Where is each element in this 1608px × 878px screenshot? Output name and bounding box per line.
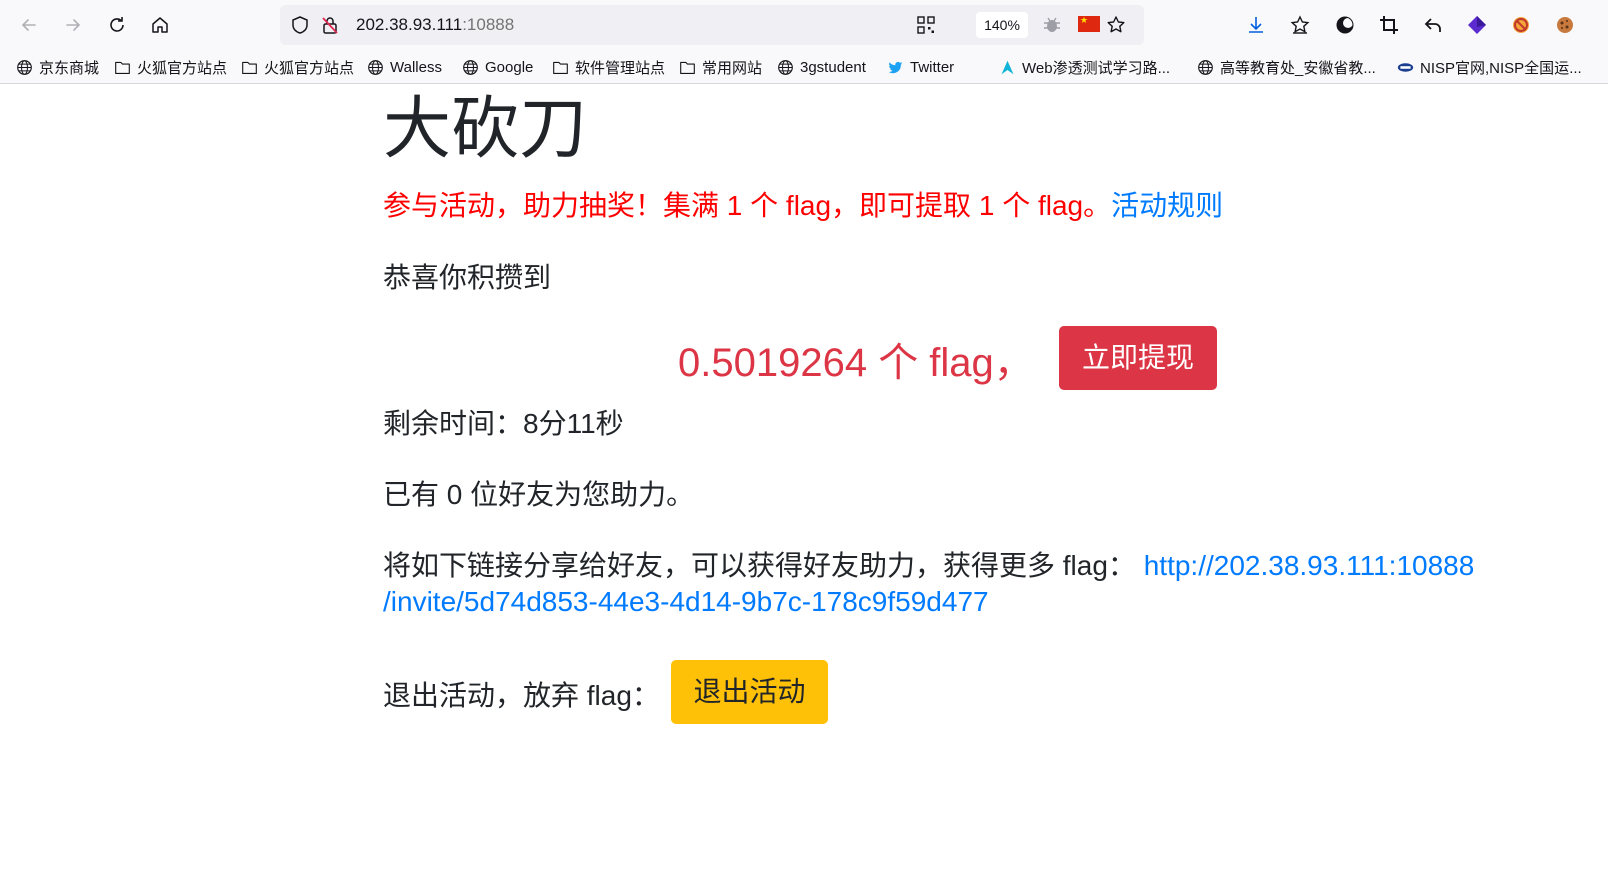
bookmarks-toolbar: 京东商城 火狐官方站点 火狐官方站点 Walless Google 软件管理站点… [0, 50, 1608, 84]
china-flag-icon[interactable]: ★ [1078, 15, 1100, 32]
folder-icon [551, 58, 569, 76]
bookmark-label: Web渗透测试学习路... [1022, 59, 1171, 77]
withdraw-button[interactable]: 立即提现 [1059, 326, 1217, 390]
bookmark-label: 软件管理站点 [575, 59, 666, 77]
download-icon [1249, 17, 1263, 33]
share-link-part1[interactable]: http://202.38.93.111:10888 [1144, 550, 1475, 581]
reload-button[interactable] [101, 9, 133, 41]
bookmark-label: Walless [390, 58, 442, 76]
shield-icon[interactable] [290, 15, 310, 35]
globe-icon [1196, 58, 1214, 76]
blocker-extension-button[interactable] [1506, 10, 1536, 40]
bookmark-label: 高等教育处_安徽省教... [1220, 59, 1376, 77]
url-port: :10888 [462, 15, 515, 34]
lead-message: 参与活动，助力抽奖！集满 1 个 flag，即可提取 1 个 flag。 [383, 190, 1112, 221]
undo-extension-button[interactable] [1418, 10, 1448, 40]
cookie-extension-button[interactable] [1550, 10, 1580, 40]
bookmark-label: 火狐官方站点 [264, 59, 355, 77]
url-text[interactable]: 202.38.93.111:10888 [356, 15, 514, 35]
cookie-icon [1557, 17, 1573, 33]
bookmark-label: NISP官网,NISP全国运... [1420, 59, 1582, 77]
bookmark-item[interactable]: Twitter [886, 56, 954, 78]
bookmark-folder[interactable]: 软件管理站点 [551, 56, 665, 78]
share-link-line: /invite/5d74d853-44e3-4d14-9b7c-178c9f59… [383, 586, 989, 618]
screenshot-crop-button[interactable] [1374, 10, 1404, 40]
cube-icon [1468, 16, 1486, 34]
purple-cube-extension-button[interactable] [1462, 10, 1492, 40]
reload-icon [110, 17, 124, 32]
bookmark-item[interactable]: 高等教育处_安徽省教... [1196, 56, 1376, 78]
bookmark-folder[interactable]: 火狐官方站点 [240, 56, 354, 78]
url-bar[interactable]: 202.38.93.111:10888 140% ★ [280, 5, 1144, 45]
congrats-text: 恭喜你积攒到 [383, 262, 552, 293]
quit-button[interactable]: 退出活动 [671, 660, 828, 724]
remaining-time: 剩余时间：8分11秒 [383, 408, 624, 439]
rules-link[interactable]: 活动规则 [1111, 190, 1223, 221]
qr-code-icon[interactable] [916, 15, 936, 35]
globe-icon [776, 58, 794, 76]
bookmarks-menu-button[interactable] [1285, 10, 1315, 40]
no-entry-icon [1513, 17, 1529, 33]
globe-icon [461, 58, 479, 76]
url-host: 202.38.93.111 [356, 15, 463, 34]
folder-icon [678, 58, 696, 76]
home-button[interactable] [144, 9, 176, 41]
dark-moon-extension-button[interactable] [1330, 10, 1360, 40]
bug-extension-icon[interactable] [1042, 15, 1062, 35]
bookmark-item[interactable]: 3gstudent [776, 56, 866, 78]
arrow-logo-icon [998, 58, 1016, 76]
bookmark-label: 3gstudent [800, 58, 866, 76]
insecure-lock-icon[interactable] [320, 15, 340, 35]
nisp-icon [1396, 58, 1414, 76]
bookmark-item[interactable]: 京东商城 [15, 56, 99, 78]
forward-arrow-icon [66, 19, 81, 31]
bookmark-star-icon[interactable] [1106, 15, 1126, 35]
back-button[interactable] [13, 9, 45, 41]
moon-icon [1336, 16, 1354, 34]
friends-helped-text: 已有 0 位好友为您助力。 [383, 479, 695, 510]
page-content: 大砍刀 参与活动，助力抽奖！集满 1 个 flag，即可提取 1 个 flag。… [0, 84, 1608, 878]
bookmark-folder[interactable]: 常用网站 [678, 56, 762, 78]
back-arrow-icon [21, 19, 36, 31]
crop-icon [1380, 16, 1398, 34]
bookmark-item[interactable]: Google [461, 56, 533, 78]
bookmark-label: 常用网站 [702, 59, 763, 77]
bookmark-item[interactable]: NISP官网,NISP全国运... [1396, 56, 1582, 78]
lead-text: 参与活动，助力抽奖！集满 1 个 flag，即可提取 1 个 flag。活动规则 [383, 184, 1223, 224]
folder-icon [240, 58, 258, 76]
globe-icon [366, 58, 384, 76]
home-icon [152, 17, 168, 33]
quit-text: 退出活动，放弃 flag： [383, 680, 660, 711]
bookmark-label: Twitter [910, 58, 955, 76]
twitter-icon [886, 58, 904, 76]
share-text-line: 将如下链接分享给好友，可以获得好友助力，获得更多 flag： http://20… [383, 544, 1474, 584]
share-text: 将如下链接分享给好友，可以获得好友助力，获得更多 flag： [383, 550, 1136, 581]
browser-toolbar: 202.38.93.111:10888 140% ★ [0, 0, 1608, 50]
share-link-part2[interactable]: /invite/5d74d853-44e3-4d14-9b7c-178c9f59… [383, 586, 989, 617]
bookmark-item[interactable]: Web渗透测试学习路... [998, 56, 1170, 78]
bookmark-label: Google [485, 58, 534, 76]
folder-icon [113, 58, 131, 76]
star-list-icon [1290, 15, 1310, 34]
downloads-button[interactable] [1241, 10, 1271, 40]
page-title: 大砍刀 [383, 90, 588, 169]
bookmark-item[interactable]: Walless [366, 56, 442, 78]
bookmark-folder[interactable]: 火狐官方站点 [113, 56, 227, 78]
forward-button[interactable] [57, 9, 89, 41]
undo-arrow-icon [1424, 18, 1441, 32]
bookmark-label: 火狐官方站点 [137, 59, 228, 77]
zoom-level-badge[interactable]: 140% [976, 12, 1028, 38]
flag-amount: 0.5019264 个 flag， [678, 341, 1034, 385]
globe-icon [15, 58, 33, 76]
bookmark-label: 京东商城 [39, 59, 100, 77]
